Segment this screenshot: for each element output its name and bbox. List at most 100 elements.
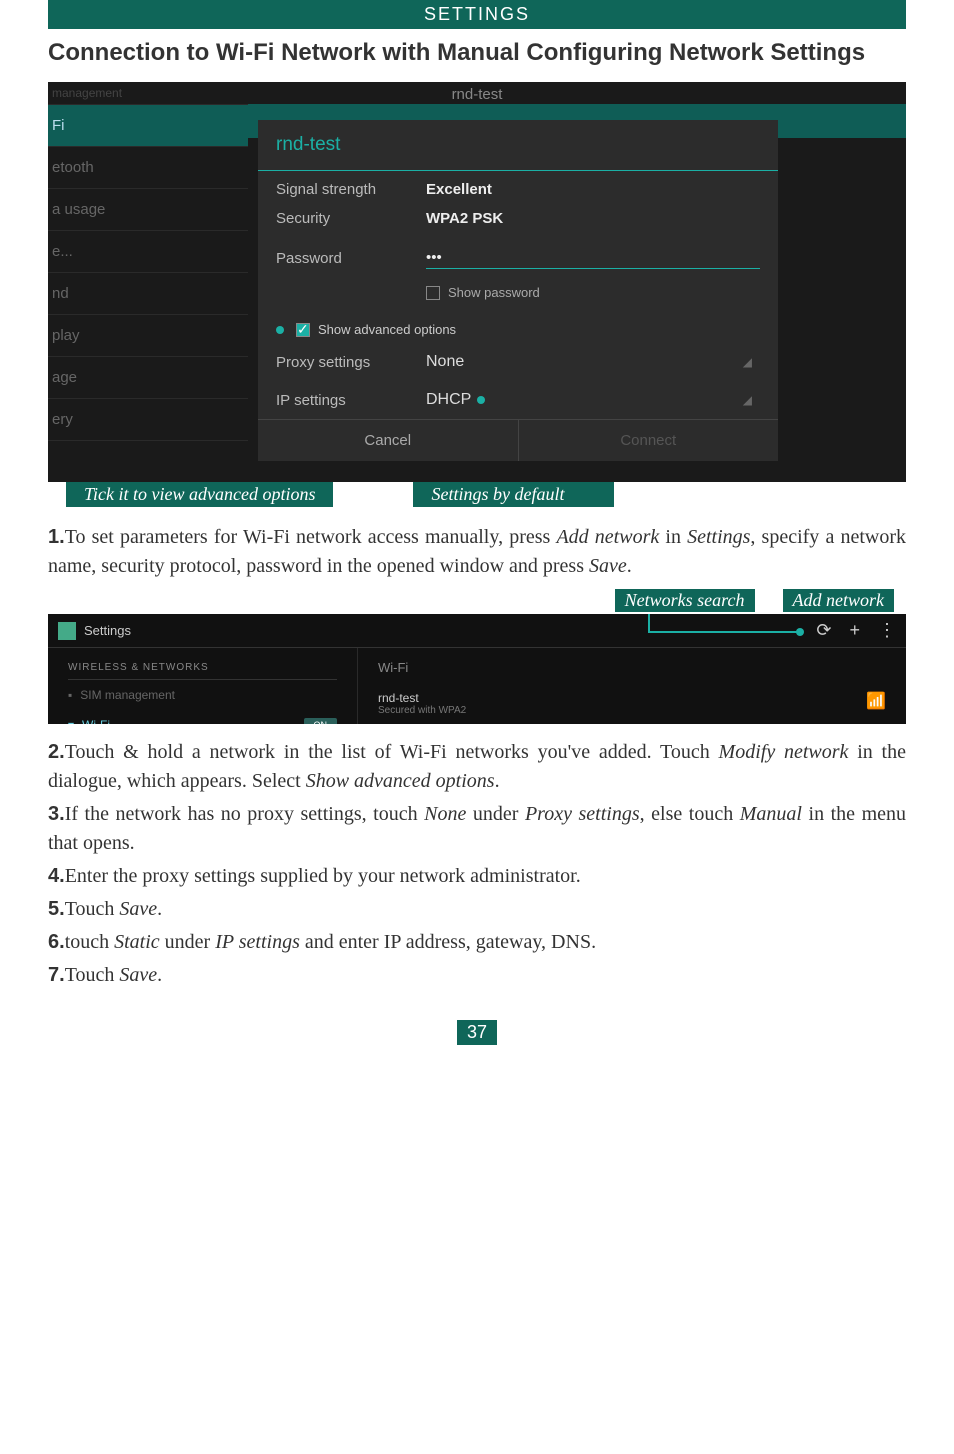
annotation-dot-icon [276,326,284,334]
dropdown-arrow-icon: ◢ [743,393,752,407]
step-text: , else touch [640,803,740,825]
wifi-label: Wi-Fi [82,718,110,724]
step-text: Touch [65,964,120,986]
proxy-dropdown[interactable]: None ◢ [426,353,760,371]
step-number: 7. [48,964,65,986]
step-number: 4. [48,865,65,887]
sidebar-item-wifi[interactable]: ▾ Wi-Fi ON [68,710,337,724]
bg-menu-item: age [48,357,248,399]
wifi-dialog-screenshot: rnd-test management Fi etooth a usage e.… [48,82,906,482]
sim-icon: ▪ [68,688,72,702]
security-label: Security [276,210,426,227]
step-number: 3. [48,803,65,825]
password-label: Password [276,250,426,267]
step-text: To set parameters for Wi-Fi network acce… [65,526,557,548]
show-advanced-row[interactable]: Show advanced options [258,306,778,343]
connect-button[interactable]: Connect [519,420,779,461]
network-item[interactable]: 📶 rnd-test Secured with WPA2 [378,685,886,722]
bg-menu-item: etooth [48,147,248,189]
step-text-italic: Show advanced options [306,770,495,792]
ip-settings-row[interactable]: IP settings DHCP ◢ [258,381,778,419]
bg-menu-item: management [48,82,248,105]
step-text: . [495,770,500,792]
network-security: Secured with WPA2 [378,705,886,716]
signal-strength-label: Signal strength [276,181,426,198]
refresh-icon[interactable]: ⟳ [816,620,831,641]
add-icon[interactable]: + [849,620,860,641]
page-number: 37 [457,1020,497,1045]
settings-app-icon [58,622,76,640]
show-password-label: Show password [448,285,540,300]
step-text-italic: None [424,803,466,825]
caption-advanced: Tick it to view advanced options [66,482,333,507]
caption-row: Tick it to view advanced options Setting… [48,482,906,507]
step-text: Touch & hold a network in the list of Wi… [65,741,719,763]
label-add-network: Add network [783,589,895,612]
bg-menu-item: e... [48,231,248,273]
step-text: and enter IP address, gateway, DNS. [300,931,596,953]
sidebar-item-sim[interactable]: ▪ SIM management [68,680,337,710]
step-text: . [157,898,162,920]
wifi-signal-icon: 📶 [866,691,886,711]
step-text: in [659,526,687,548]
bg-menu-item: ery [48,399,248,441]
step-text: touch [65,931,114,953]
annotation-line [648,631,798,633]
show-password-row[interactable]: Show password [258,279,778,306]
show-advanced-label: Show advanced options [318,322,456,337]
wifi-toggle[interactable]: ON [304,718,338,724]
overflow-menu-icon[interactable]: ⋮ [878,620,896,641]
signal-strength-value: Excellent [426,181,492,198]
show-password-checkbox[interactable] [426,286,440,300]
password-input[interactable] [426,247,760,269]
step-text-italic: IP settings [215,931,300,953]
security-value: WPA2 PSK [426,210,503,227]
label-networks-search: Networks search [615,589,755,612]
annotation-dot-icon [477,396,485,404]
step-number: 6. [48,931,65,953]
step-number: 2. [48,741,65,763]
dialog-buttons: Cancel Connect [258,419,778,461]
show-advanced-checkbox[interactable] [296,323,310,337]
instruction-text: 2.Touch & hold a network in the list of … [0,732,954,990]
proxy-label: Proxy settings [276,354,426,371]
step-text: If the network has no proxy settings, to… [65,803,424,825]
step-text: . [627,555,632,577]
step-text-italic: Settings [687,526,750,548]
step-text-italic: Modify network [719,741,849,763]
proxy-settings-row[interactable]: Proxy settings None ◢ [258,343,778,381]
step-text-italic: Save [119,964,157,986]
step-text: under [160,931,216,953]
settings-sidebar: WIRELESS & NETWORKS ▪ SIM management ▾ W… [48,648,358,724]
mid-label-row: Networks search Add network [60,589,894,612]
right-title: Wi-Fi [378,656,886,685]
bg-menu: management Fi etooth a usage e... nd pla… [48,82,248,441]
signal-strength-row: Signal strength Excellent [258,171,778,208]
proxy-value: None [426,353,464,371]
caption-default: Settings by default [413,482,614,507]
settings-main: Wi-Fi 📶 rnd-test Secured with WPA2 [358,648,906,724]
wifi-icon: ▾ [68,718,74,724]
security-row: Security WPA2 PSK [258,208,778,237]
step-text-italic: Save [119,898,157,920]
step-number: 1. [48,526,65,548]
step-text: Touch [65,898,120,920]
step-text-italic: Save [589,555,627,577]
annotation-line [648,614,650,631]
step-text-italic: Add network [556,526,659,548]
network-name: rnd-test [378,691,886,705]
wifi-dialog: rnd-test Signal strength Excellent Secur… [258,120,778,461]
cancel-button[interactable]: Cancel [258,420,519,461]
bg-menu-item: a usage [48,189,248,231]
sim-label: SIM management [80,688,175,702]
bg-menu-item: Fi [48,105,248,147]
section-header: WIRELESS & NETWORKS [68,656,337,680]
dialog-title: rnd-test [258,120,778,171]
ip-dropdown[interactable]: DHCP ◢ [426,391,760,409]
instruction-text: 1.To set parameters for Wi-Fi network ac… [0,507,954,581]
ip-label: IP settings [276,392,426,409]
password-row: Password [258,237,778,279]
ip-value: DHCP [426,391,471,409]
bg-menu-item: play [48,315,248,357]
settings-title: Settings [84,623,131,638]
